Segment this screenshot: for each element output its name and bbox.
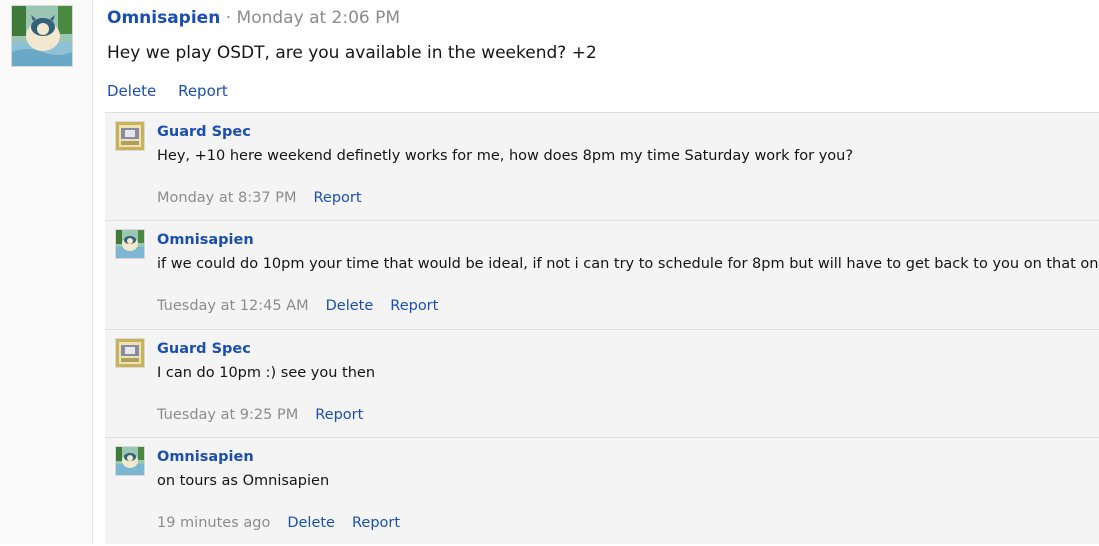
snorlax-avatar[interactable] <box>115 446 145 476</box>
post-separator: · <box>225 8 232 28</box>
comments-list: Guard Spec Hey, +10 here weekend definet… <box>105 112 1099 544</box>
comment-actions: Tuesday at 9:25 PM Report <box>157 407 380 423</box>
report-comment-link[interactable]: Report <box>313 190 361 206</box>
comment-item: Omnisapien if we could do 10pm your time… <box>105 220 1099 329</box>
comment-author-link[interactable]: Omnisapien <box>157 449 254 465</box>
guard-spec-avatar[interactable] <box>115 338 145 368</box>
comment-timestamp[interactable]: Monday at 8:37 PM <box>157 190 296 206</box>
delete-comment-link[interactable]: Delete <box>287 515 335 531</box>
snorlax-avatar[interactable] <box>115 229 145 259</box>
comment-text: on tours as Omnisapien <box>157 473 330 489</box>
comment-author-link[interactable]: Guard Spec <box>157 124 251 140</box>
post-text: Hey we play OSDT, are you available in t… <box>107 43 597 63</box>
comment-author-link[interactable]: Omnisapien <box>157 232 254 248</box>
comment-item: Omnisapien on tours as Omnisapien 19 min… <box>105 437 1099 546</box>
delete-comment-link[interactable]: Delete <box>326 298 374 314</box>
post-timestamp[interactable]: Monday at 2:06 PM <box>237 8 401 28</box>
comment-timestamp[interactable]: Tuesday at 12:45 AM <box>157 298 309 314</box>
comment-text: I can do 10pm :) see you then <box>157 365 376 381</box>
post-header: Omnisapien · Monday at 2:06 PM <box>107 8 400 28</box>
comment-author-link[interactable]: Guard Spec <box>157 341 251 357</box>
comment-item: Guard Spec Hey, +10 here weekend definet… <box>105 112 1099 221</box>
report-post-link[interactable]: Report <box>178 82 228 100</box>
snorlax-avatar[interactable] <box>11 5 73 67</box>
comment-item: Guard Spec I can do 10pm :) see you then… <box>105 329 1099 438</box>
comment-timestamp[interactable]: 19 minutes ago <box>157 515 270 531</box>
comment-timestamp[interactable]: Tuesday at 9:25 PM <box>157 407 298 423</box>
post-actions: Delete Report <box>107 82 245 100</box>
left-rail <box>0 0 93 544</box>
comment-text: Hey, +10 here weekend definetly works fo… <box>157 148 854 164</box>
report-comment-link[interactable]: Report <box>315 407 363 423</box>
comment-actions: Monday at 8:37 PM Report <box>157 190 379 206</box>
comment-text: if we could do 10pm your time that would… <box>157 256 1099 272</box>
delete-post-link[interactable]: Delete <box>107 82 156 100</box>
comment-actions: Tuesday at 12:45 AM Delete Report <box>157 298 455 314</box>
comment-actions: 19 minutes ago Delete Report <box>157 515 417 531</box>
report-comment-link[interactable]: Report <box>390 298 438 314</box>
post-author-link[interactable]: Omnisapien <box>107 8 220 28</box>
guard-spec-avatar[interactable] <box>115 121 145 151</box>
report-comment-link[interactable]: Report <box>352 515 400 531</box>
